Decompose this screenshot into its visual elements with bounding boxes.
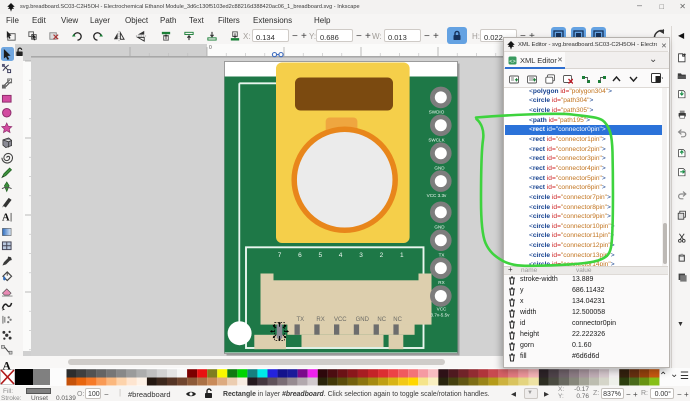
- svg-text:NC: NC: [393, 317, 402, 323]
- svg-text:RX: RX: [438, 280, 444, 285]
- svg-text:A: A: [2, 212, 10, 222]
- svg-text:1: 1: [400, 252, 404, 259]
- svg-text:GND: GND: [434, 165, 445, 170]
- svg-text:GND: GND: [434, 224, 445, 229]
- svg-text:RX: RX: [316, 317, 324, 323]
- svg-text:7: 7: [278, 252, 282, 259]
- svg-text:3.7v-5.5v: 3.7v-5.5v: [431, 313, 451, 318]
- svg-text:VCC: VCC: [437, 307, 447, 312]
- svg-text:SWCLK: SWCLK: [428, 137, 445, 142]
- svg-text:<>: <>: [509, 59, 515, 65]
- svg-text:SWDIO: SWDIO: [429, 110, 445, 115]
- svg-text:NC: NC: [377, 317, 386, 323]
- svg-text:A: A: [2, 360, 11, 370]
- svg-text:VCC 3.3v: VCC 3.3v: [427, 193, 447, 198]
- svg-text:VCC: VCC: [334, 317, 347, 323]
- svg-text:GND: GND: [356, 317, 370, 323]
- svg-text:TX: TX: [296, 317, 304, 323]
- svg-text:3: 3: [359, 252, 363, 259]
- svg-text:TX: TX: [439, 252, 445, 257]
- svg-text:6: 6: [298, 252, 302, 259]
- svg-text:5: 5: [318, 252, 322, 259]
- svg-text:4: 4: [339, 252, 343, 259]
- svg-text:2: 2: [380, 252, 384, 259]
